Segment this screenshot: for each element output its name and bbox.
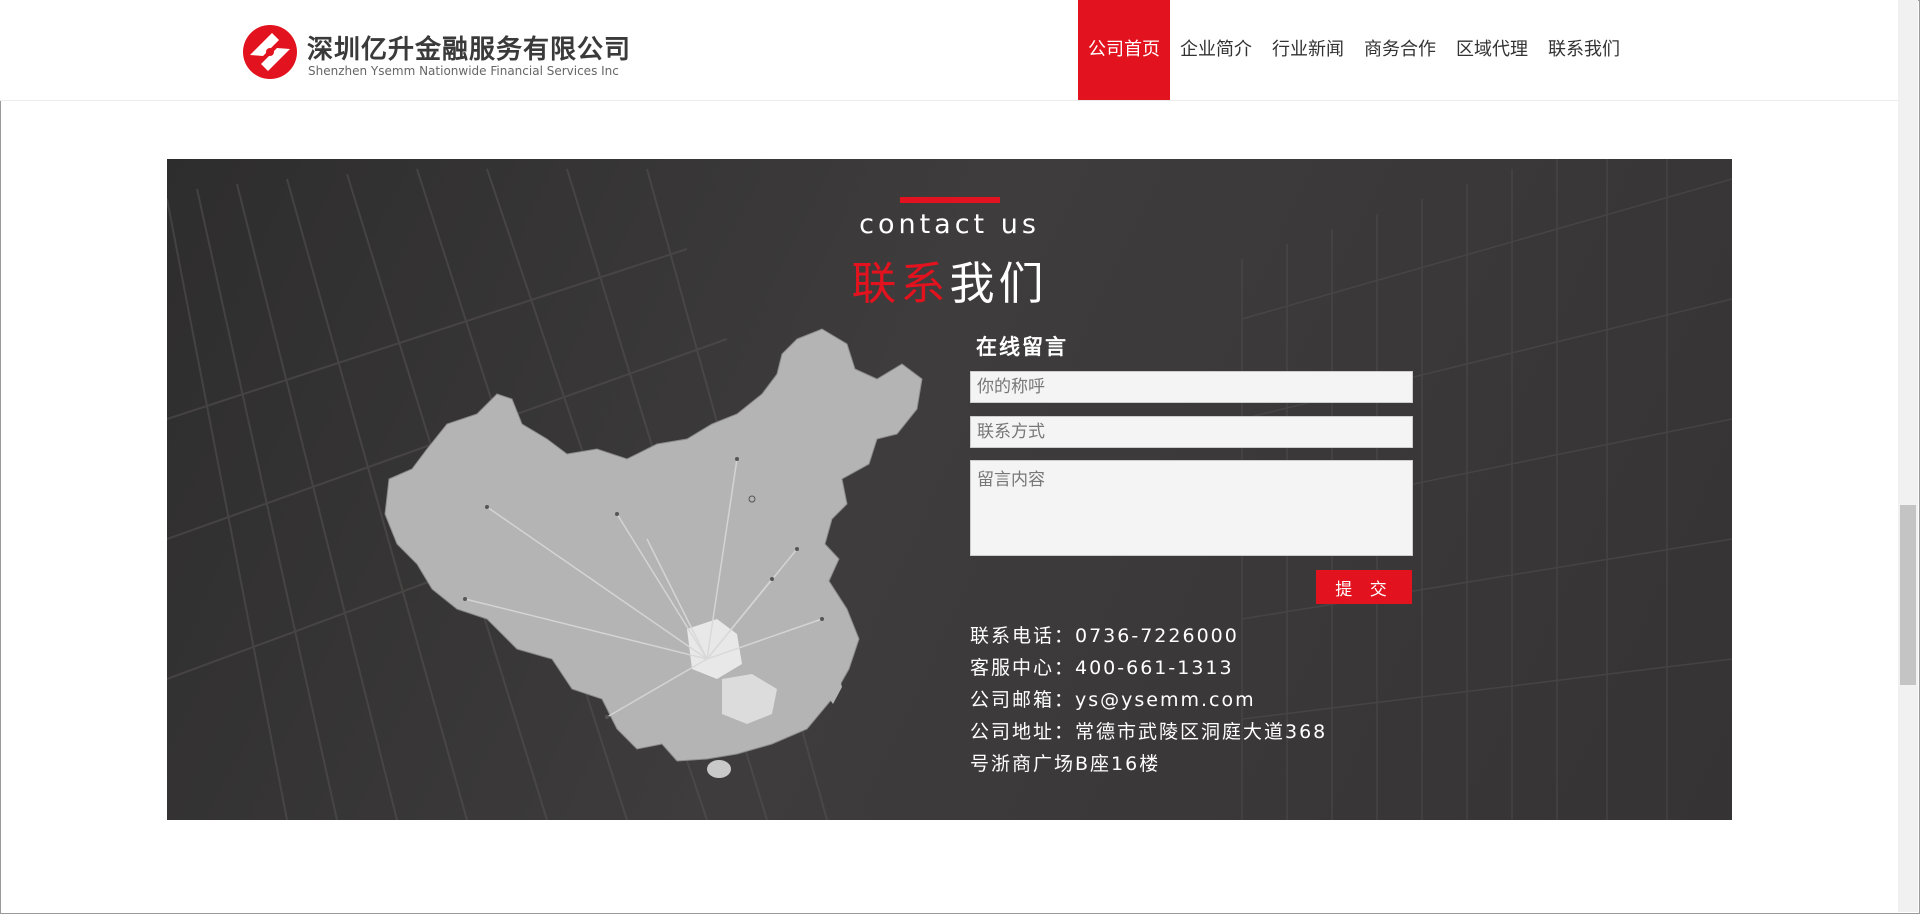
scrollbar-thumb[interactable] — [1900, 505, 1916, 685]
section-title-cn-red: 联系 — [851, 257, 950, 310]
vertical-scrollbar[interactable] — [1898, 0, 1918, 912]
contact-field[interactable] — [970, 416, 1413, 448]
nav-item-contact[interactable]: 联系我们 — [1538, 0, 1630, 100]
section-title-en: contact us — [859, 209, 1040, 240]
address-text-cont: 号浙商广场B座16楼 — [970, 753, 1161, 775]
nav-item-home[interactable]: 公司首页 — [1078, 0, 1170, 100]
logo-mark-icon — [243, 25, 297, 79]
name-field[interactable] — [970, 371, 1413, 403]
address-text: 公司地址：常德市武陵区洞庭大道368 — [970, 721, 1328, 743]
message-field[interactable] — [970, 460, 1413, 556]
contact-section: contact us 联系我们 在线留言 提 交 联系电话：0736-72260… — [167, 159, 1732, 820]
section-title-cn-white: 我们 — [949, 257, 1048, 310]
china-map-graphic — [384, 328, 923, 778]
nav-item-news[interactable]: 行业新闻 — [1262, 0, 1354, 100]
nav-item-cooperation[interactable]: 商务合作 — [1354, 0, 1446, 100]
service-text: 客服中心：400-661-1313 — [970, 657, 1234, 679]
phone-text: 联系电话：0736-7226000 — [970, 625, 1239, 647]
nav-item-agency[interactable]: 区域代理 — [1446, 0, 1538, 100]
main-nav: 公司首页 企业简介 行业新闻 商务合作 区域代理 联系我们 — [1078, 0, 1630, 100]
submit-button[interactable]: 提 交 — [1316, 570, 1412, 604]
email-text: 公司邮箱：ys@ysemm.com — [970, 689, 1256, 711]
form-title: 在线留言 — [976, 335, 1068, 359]
section-title-cn: 联系我们 — [167, 247, 1732, 312]
company-name-cn: 深圳亿升金融服务有限公司 — [307, 35, 632, 65]
nav-item-about[interactable]: 企业简介 — [1170, 0, 1262, 100]
title-accent-bar — [900, 197, 1000, 203]
site-header: 深圳亿升金融服务有限公司 Shenzhen Ysemm Nationwide F… — [0, 0, 1898, 101]
company-name-en: Shenzhen Ysemm Nationwide Financial Serv… — [308, 64, 619, 78]
company-logo[interactable]: 深圳亿升金融服务有限公司 Shenzhen Ysemm Nationwide F… — [242, 24, 642, 80]
